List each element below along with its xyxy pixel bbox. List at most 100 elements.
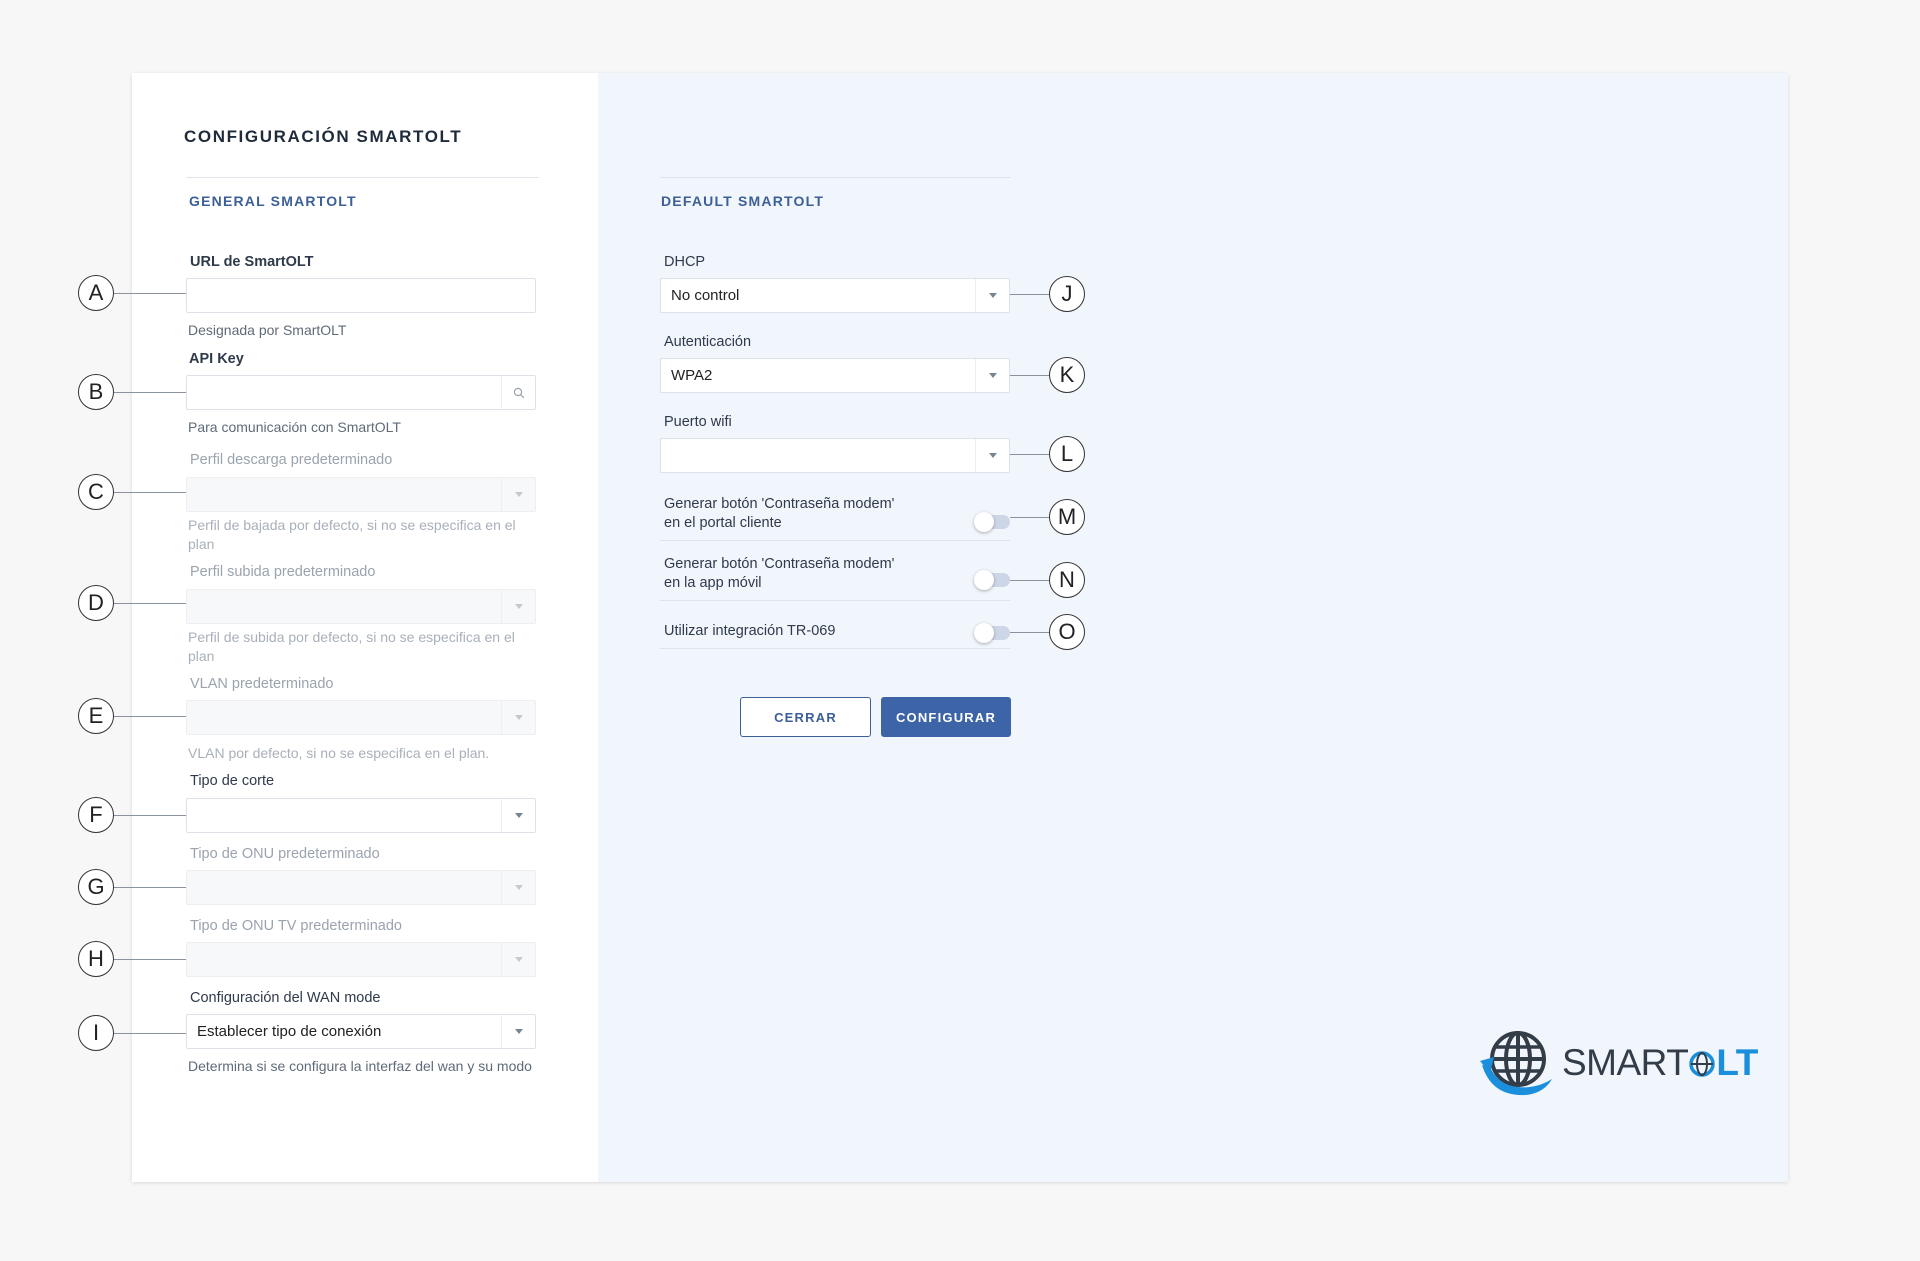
cut-type-select[interactable] <box>186 798 536 833</box>
wifi-port-label: Puerto wifi <box>664 414 732 430</box>
dhcp-select[interactable]: No control <box>660 278 1010 313</box>
toggle-knob <box>974 512 994 532</box>
marker-leader <box>114 1033 186 1034</box>
auth-label: Autenticación <box>664 334 752 350</box>
chevron-down-icon <box>975 359 1009 392</box>
toggle-tr069-switch[interactable] <box>974 623 1010 643</box>
dhcp-label: DHCP <box>664 254 706 270</box>
chevron-down-icon <box>975 439 1009 472</box>
marker-a: A <box>78 275 114 311</box>
onu-tv-type-label: Tipo de ONU TV predeterminado <box>190 918 402 934</box>
marker-n: N <box>1049 562 1085 598</box>
marker-leader <box>1010 580 1050 581</box>
marker-leader <box>114 603 186 604</box>
chevron-down-icon <box>501 590 535 623</box>
marker-leader <box>114 887 186 888</box>
search-icon <box>513 387 524 398</box>
logo-text-accent: LT <box>1716 1042 1758 1083</box>
marker-leader <box>114 392 186 393</box>
dhcp-value: No control <box>671 287 740 304</box>
marker-k: K <box>1049 357 1085 393</box>
toggle-portal-label: Generar botón 'Contraseña modem' en el p… <box>664 495 894 533</box>
wan-mode-label: Configuración del WAN mode <box>190 990 381 1006</box>
cut-type-label: Tipo de corte <box>190 773 275 789</box>
toggle-row-app: Generar botón 'Contraseña modem' en la a… <box>660 553 1010 601</box>
download-profile-select[interactable] <box>186 477 536 512</box>
logo-text-main: SMART <box>1562 1042 1689 1083</box>
vlan-help: VLAN por defecto, si no se especifica en… <box>188 745 490 761</box>
marker-b: B <box>78 374 114 410</box>
vlan-select[interactable] <box>186 700 536 735</box>
url-help: Designada por SmartOLT <box>188 322 347 338</box>
marker-e: E <box>78 698 114 734</box>
url-input[interactable] <box>186 278 536 313</box>
toggle-app-label-line1: Generar botón 'Contraseña modem' <box>664 556 895 572</box>
toggle-row-tr069: Utilizar integración TR-069 <box>660 613 1010 649</box>
marker-leader <box>1010 454 1050 455</box>
marker-leader <box>1010 517 1050 518</box>
wan-mode-value: Establecer tipo de conexión <box>197 1023 382 1040</box>
marker-i: I <box>78 1015 114 1051</box>
upload-profile-select[interactable] <box>186 589 536 624</box>
marker-leader <box>1010 294 1050 295</box>
toggle-portal-label-line2: en el portal cliente <box>664 515 782 531</box>
api-key-help: Para comunicación con SmartOLT <box>188 419 401 435</box>
search-button[interactable] <box>501 376 535 409</box>
toggle-portal-label-line1: Generar botón 'Contraseña modem' <box>664 496 895 512</box>
auth-select[interactable]: WPA2 <box>660 358 1010 393</box>
toggle-row-portal: Generar botón 'Contraseña modem' en el p… <box>660 493 1010 541</box>
download-profile-label: Perfil descarga predeterminado <box>190 452 393 468</box>
divider <box>660 177 1011 178</box>
wan-mode-select[interactable]: Establecer tipo de conexión <box>186 1014 536 1049</box>
marker-leader <box>114 293 186 294</box>
onu-type-select[interactable] <box>186 870 536 905</box>
onu-tv-type-select[interactable] <box>186 942 536 977</box>
marker-d: D <box>78 585 114 621</box>
globe-o-icon <box>1689 1051 1716 1077</box>
chevron-down-icon <box>975 279 1009 312</box>
marker-g: G <box>78 869 114 905</box>
divider <box>186 177 539 178</box>
marker-leader <box>1010 375 1050 376</box>
chevron-down-icon <box>501 701 535 734</box>
chevron-down-icon <box>501 478 535 511</box>
logo-text: SMART LT <box>1562 1042 1758 1084</box>
wifi-port-select[interactable] <box>660 438 1010 473</box>
wan-mode-help: Determina si se configura la interfaz de… <box>188 1058 532 1074</box>
toggle-knob <box>974 570 994 590</box>
chevron-down-icon <box>501 1015 535 1048</box>
marker-leader <box>1010 632 1050 633</box>
upload-profile-help: Perfil de subida por defecto, si no se e… <box>188 629 515 664</box>
marker-leader <box>114 815 186 816</box>
marker-leader <box>114 716 186 717</box>
vlan-label: VLAN predeterminado <box>190 676 334 692</box>
api-key-input[interactable] <box>186 375 536 410</box>
smartolt-logo: SMART LT <box>1478 1027 1758 1099</box>
toggle-app-switch[interactable] <box>974 570 1010 590</box>
toggle-knob <box>974 623 994 643</box>
chevron-down-icon <box>501 943 535 976</box>
section-title-general: GENERAL SMARTOLT <box>189 193 357 209</box>
marker-f: F <box>78 797 114 833</box>
upload-profile-label: Perfil subida predeterminado <box>190 564 376 580</box>
configure-button[interactable]: CONFIGURAR <box>881 697 1011 737</box>
toggle-tr069-label: Utilizar integración TR-069 <box>664 623 836 639</box>
auth-value: WPA2 <box>671 367 713 384</box>
toggle-app-label-line2: en la app móvil <box>664 575 762 591</box>
globe-icon <box>1480 1031 1552 1096</box>
marker-j: J <box>1049 276 1085 312</box>
url-label: URL de SmartOLT <box>190 254 314 270</box>
marker-l: L <box>1049 436 1085 472</box>
onu-type-label: Tipo de ONU predeterminado <box>190 846 380 862</box>
marker-leader <box>114 959 186 960</box>
download-profile-help: Perfil de bajada por defecto, si no se e… <box>188 517 516 552</box>
marker-o: O <box>1049 614 1085 650</box>
page-title: CONFIGURACIÓN SMARTOLT <box>184 127 463 146</box>
marker-h: H <box>78 941 114 977</box>
api-key-label: API Key <box>189 351 244 367</box>
toggle-portal-switch[interactable] <box>974 512 1010 532</box>
marker-c: C <box>78 474 114 510</box>
toggle-app-label: Generar botón 'Contraseña modem' en la a… <box>664 555 894 593</box>
close-button[interactable]: CERRAR <box>740 697 871 737</box>
chevron-down-icon <box>501 799 535 832</box>
